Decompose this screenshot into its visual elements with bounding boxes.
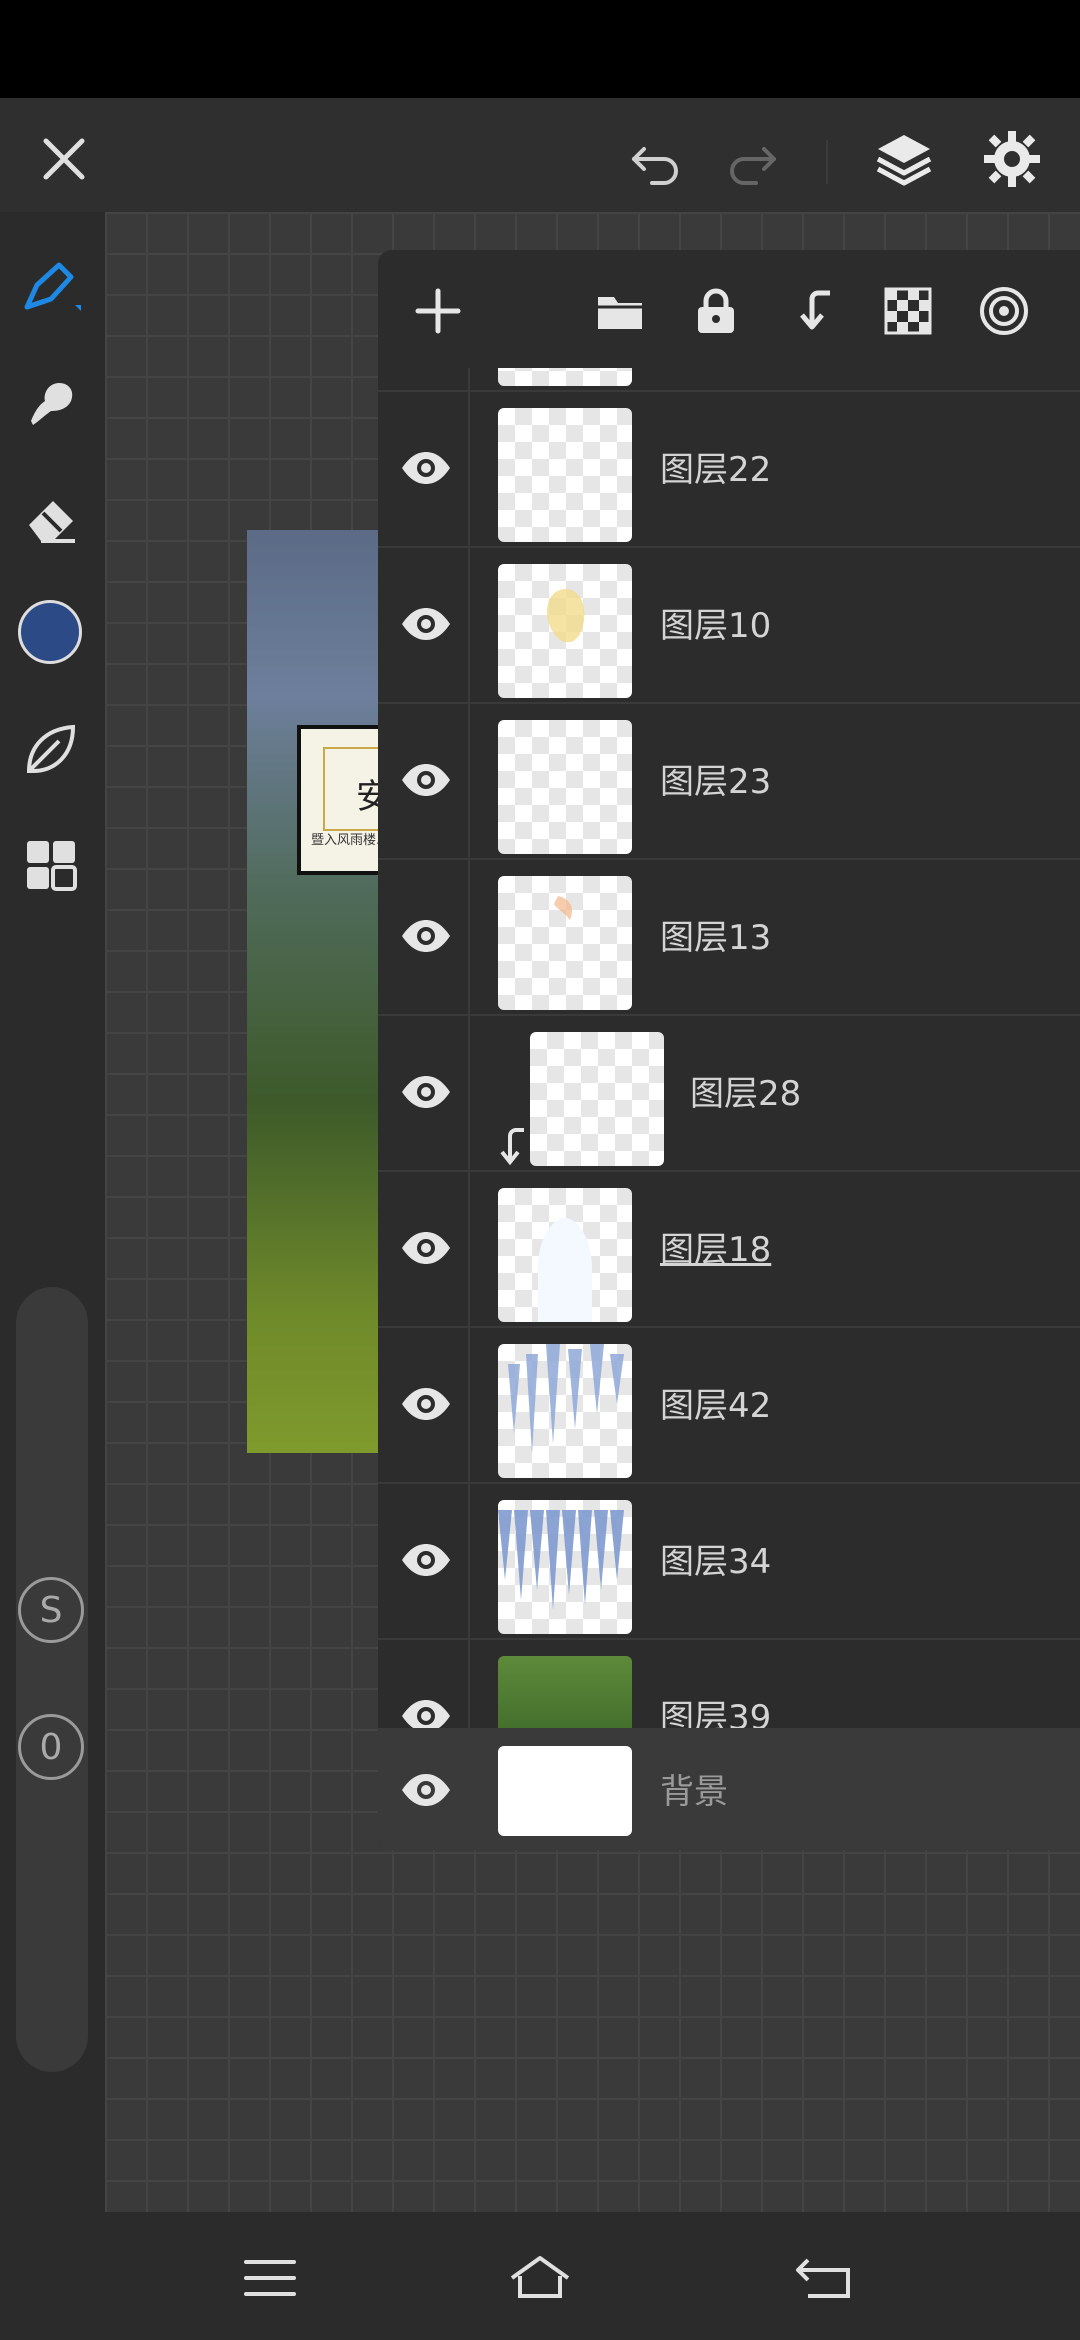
background-layer-name: 背景 xyxy=(660,1772,728,1812)
layer-thumbnail xyxy=(498,564,632,698)
layer-name: 图层13 xyxy=(660,918,772,958)
layer-name: 图层18 xyxy=(660,1230,772,1270)
layer-row[interactable]: 图层23 xyxy=(378,704,1080,860)
visibility-eye-icon[interactable] xyxy=(400,754,452,806)
layer-name: 图层34 xyxy=(660,1542,772,1582)
visibility-eye-icon[interactable] xyxy=(400,442,452,494)
settings-gear-icon[interactable] xyxy=(980,127,1044,191)
smudge-finger-icon[interactable] xyxy=(16,368,86,438)
home-icon[interactable] xyxy=(504,2242,576,2314)
layers-panel-toolbar xyxy=(378,250,1080,370)
visibility-eye-icon[interactable] xyxy=(400,598,452,650)
eye-column xyxy=(378,704,470,858)
toolbar-separator xyxy=(826,140,828,184)
layer-thumbnail xyxy=(530,1032,664,1166)
clipping-arrow-icon xyxy=(500,1128,524,1166)
add-layer-icon[interactable] xyxy=(410,283,466,339)
eraser-icon[interactable] xyxy=(16,484,86,554)
layer-row[interactable]: 图层10 xyxy=(378,548,1080,704)
redo-icon[interactable] xyxy=(720,127,784,191)
layer-row[interactable]: 图层42 xyxy=(378,1328,1080,1484)
layer-row-clipped[interactable]: 图层28 xyxy=(378,1016,1080,1172)
layer-row[interactable]: 图层22 xyxy=(378,392,1080,548)
grid-menu-icon[interactable] xyxy=(16,830,86,900)
close-icon[interactable] xyxy=(32,127,96,191)
layer-thumbnail xyxy=(498,1188,632,1322)
eye-column xyxy=(378,1172,470,1326)
card-subtitle: 暨入风雨楼... xyxy=(311,833,389,848)
background-layer-row[interactable]: 背景 xyxy=(378,1728,1080,1850)
eye-column xyxy=(378,548,470,702)
menu-icon[interactable] xyxy=(234,2242,306,2314)
layer-thumbnail xyxy=(498,876,632,1010)
layer-row-partial[interactable] xyxy=(378,368,1080,392)
eye-column xyxy=(378,1016,470,1170)
target-layer-icon[interactable] xyxy=(976,283,1032,339)
layer-name: 图层28 xyxy=(690,1074,802,1114)
eye-column xyxy=(378,1484,470,1638)
layers-panel: 图层22 图层10 图层23 图层13 图层28 图层18 图层42 图层34 … xyxy=(378,250,1080,1850)
color-picker-swatch[interactable] xyxy=(18,600,82,664)
undo-icon[interactable] xyxy=(624,127,688,191)
eye-column xyxy=(378,1328,470,1482)
layer-name: 图层22 xyxy=(660,450,772,490)
layer-row[interactable]: 图层13 xyxy=(378,860,1080,1016)
clipping-mask-icon[interactable] xyxy=(784,283,840,339)
eye-column xyxy=(378,860,470,1014)
layer-thumbnail xyxy=(498,1500,632,1634)
eye-column xyxy=(378,392,470,546)
visibility-eye-icon[interactable] xyxy=(400,910,452,962)
visibility-eye-icon[interactable] xyxy=(400,1066,452,1118)
visibility-eye-icon[interactable] xyxy=(400,1222,452,1274)
transparency-checker-icon[interactable] xyxy=(880,283,936,339)
layer-row[interactable]: 图层34 xyxy=(378,1484,1080,1640)
visibility-eye-icon[interactable] xyxy=(400,1534,452,1586)
brush-slider-track[interactable] xyxy=(16,1287,88,2072)
layer-name: 图层10 xyxy=(660,606,772,646)
layer-name: 图层23 xyxy=(660,762,772,802)
layer-row-selected[interactable]: 图层18 xyxy=(378,1172,1080,1328)
layers-icon[interactable] xyxy=(872,127,936,191)
folder-icon[interactable] xyxy=(592,283,648,339)
visibility-eye-icon[interactable] xyxy=(400,1764,452,1816)
layer-thumbnail xyxy=(498,368,632,386)
brush-pen-icon[interactable] xyxy=(16,252,86,322)
back-icon[interactable] xyxy=(788,2242,860,2314)
visibility-eye-icon[interactable] xyxy=(400,1378,452,1430)
status-bar xyxy=(0,0,1080,98)
brush-opacity-badge[interactable]: 0 xyxy=(18,1714,84,1780)
eye-column xyxy=(378,368,470,390)
lock-icon[interactable] xyxy=(688,283,744,339)
system-navigation-bar xyxy=(0,2212,1080,2340)
brush-size-badge[interactable]: S xyxy=(18,1577,84,1643)
layer-list[interactable]: 图层22 图层10 图层23 图层13 图层28 图层18 图层42 图层34 … xyxy=(378,368,1080,1748)
leaf-material-icon[interactable] xyxy=(16,714,86,784)
layer-thumbnail xyxy=(498,408,632,542)
layer-thumbnail xyxy=(498,720,632,854)
layer-thumbnail xyxy=(498,1344,632,1478)
layer-name: 图层42 xyxy=(660,1386,772,1426)
background-layer-thumbnail xyxy=(498,1746,632,1836)
